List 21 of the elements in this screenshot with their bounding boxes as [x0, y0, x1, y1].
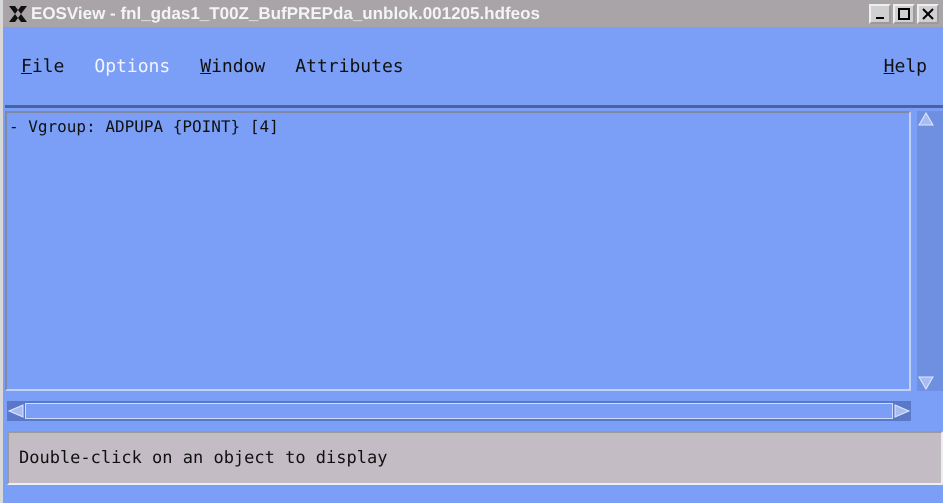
window-title: EOSView - fnl_gdas1_T00Z_BufPREPda_unblok.001205.hdfeos: [31, 4, 541, 24]
close-icon: [922, 8, 934, 20]
menu-item[interactable]: Attributes: [295, 56, 404, 76]
minimize-icon: [876, 16, 884, 18]
scroll-up-icon[interactable]: [917, 111, 935, 127]
maximize-button[interactable]: [893, 4, 915, 24]
scroll-right-icon[interactable]: [893, 403, 911, 419]
minimize-button[interactable]: [869, 4, 891, 24]
tree-item[interactable]: - Vgroup: ADPUPA {POINT} [4]: [9, 117, 279, 136]
scroll-down-icon[interactable]: [917, 375, 935, 391]
close-button[interactable]: [917, 4, 939, 24]
maximize-icon: [898, 8, 910, 20]
x-logo-icon: [7, 4, 29, 22]
menu-item[interactable]: Help: [884, 56, 927, 76]
menu-item[interactable]: File: [21, 56, 64, 76]
scroll-left-icon[interactable]: [7, 403, 25, 419]
scrollbar-thumb[interactable]: [25, 403, 893, 419]
menu-item[interactable]: Window: [200, 56, 266, 76]
vertical-scrollbar[interactable]: [917, 111, 943, 391]
horizontal-scrollbar[interactable]: [7, 401, 911, 421]
status-text: Double-click on an object to display: [19, 448, 388, 468]
